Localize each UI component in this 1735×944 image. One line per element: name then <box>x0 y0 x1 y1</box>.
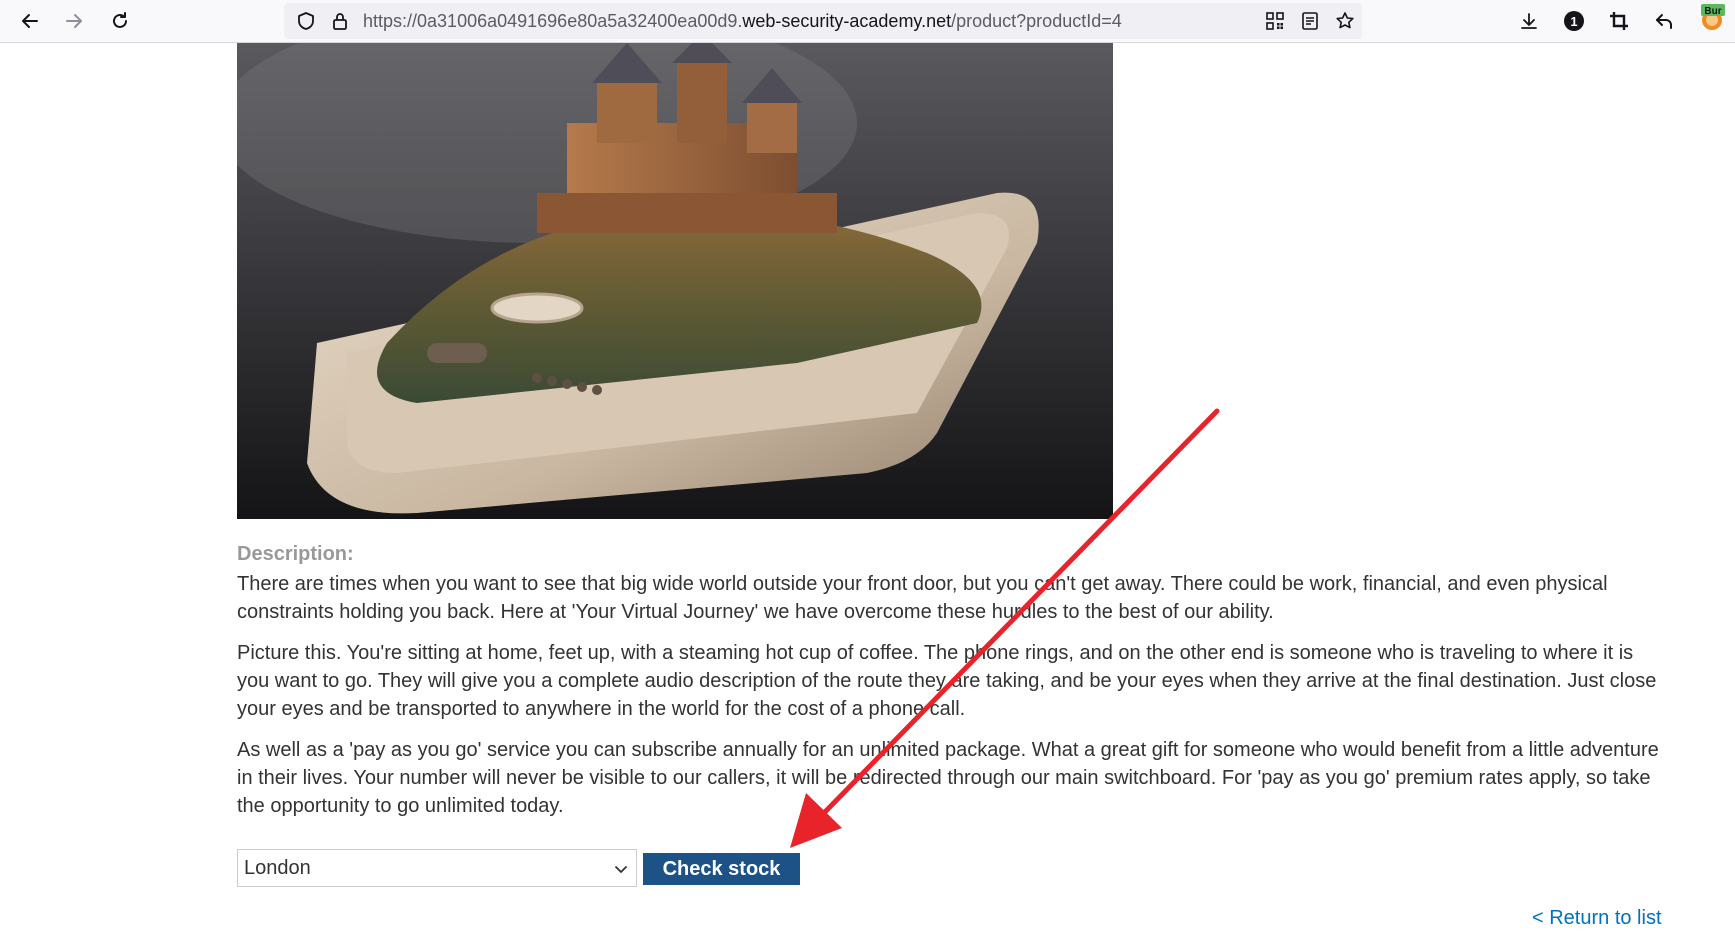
url-bar[interactable]: https://0a31006a0491696e80a5a32400ea00d9… <box>284 3 1362 39</box>
download-icon[interactable] <box>1516 8 1542 34</box>
product-image <box>237 43 1113 519</box>
crop-icon[interactable] <box>1606 8 1632 34</box>
browser-toolbar: https://0a31006a0491696e80a5a32400ea00d9… <box>0 0 1735 43</box>
check-stock-button[interactable]: Check stock <box>643 853 800 885</box>
extension-badge-icon[interactable]: 1 <box>1561 8 1587 34</box>
description-paragraph: Picture this. You're sitting at home, fe… <box>237 642 1657 720</box>
svg-text:1: 1 <box>1570 14 1577 29</box>
shield-icon[interactable] <box>296 11 316 31</box>
reload-icon[interactable] <box>104 5 136 37</box>
forward-icon[interactable] <box>58 5 90 37</box>
back-icon[interactable] <box>14 5 46 37</box>
chevron-down-icon <box>615 866 627 873</box>
store-select[interactable]: London <box>237 849 637 887</box>
store-select-value: London <box>244 857 311 879</box>
url-text[interactable]: https://0a31006a0491696e80a5a32400ea00d9… <box>363 11 1122 31</box>
product-description: There are times when you want to see tha… <box>237 570 1667 833</box>
return-to-list-link[interactable]: < Return to list <box>1532 907 1662 930</box>
description-heading: Description: <box>237 543 354 565</box>
bookmark-star-icon[interactable] <box>1335 11 1355 31</box>
lock-icon[interactable] <box>330 11 350 31</box>
qr-code-icon[interactable] <box>1265 11 1285 31</box>
burp-extension-icon[interactable]: Bur <box>1697 2 1727 32</box>
reader-view-icon[interactable] <box>1300 11 1320 31</box>
burp-extension-label: Bur <box>1704 6 1721 17</box>
undo-icon[interactable] <box>1651 8 1677 34</box>
description-paragraph: As well as a 'pay as you go' service you… <box>237 739 1659 817</box>
description-paragraph: There are times when you want to see tha… <box>237 573 1608 623</box>
